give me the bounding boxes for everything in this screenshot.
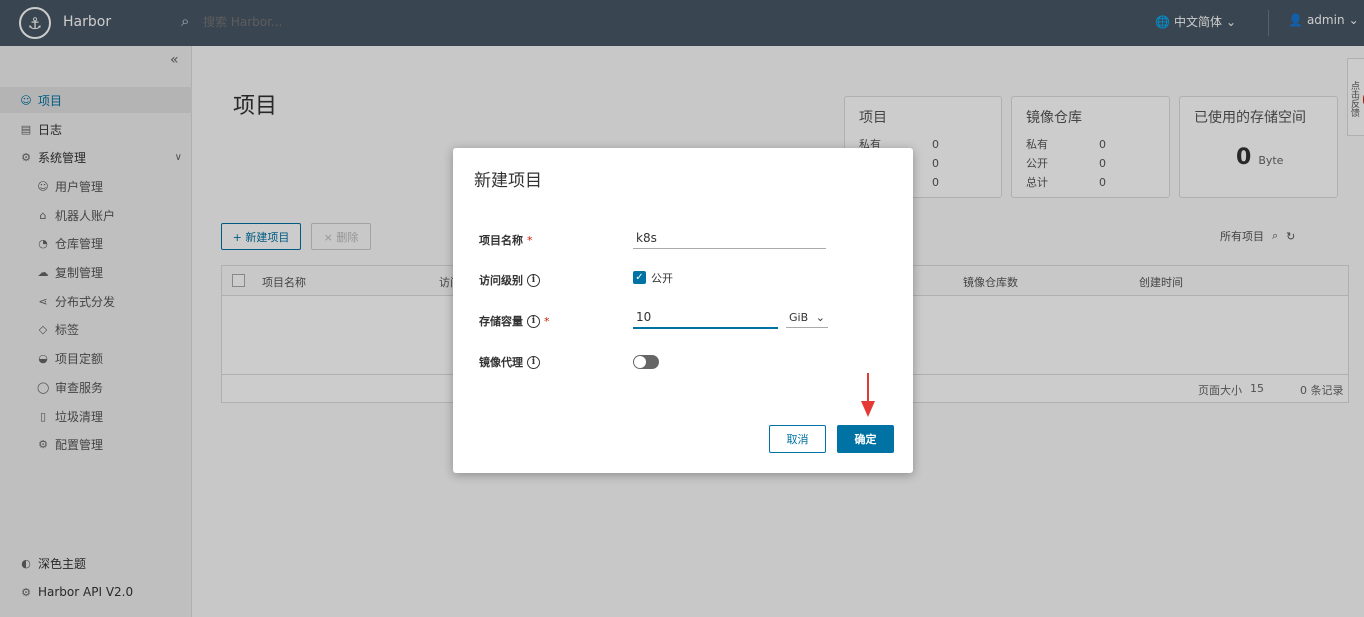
new-project-dialog: 新建项目 项目名称 * 访问级别 i ✓ 公开 存储容量 i * GiB ⌄ 镜像… <box>453 148 913 473</box>
storage-quota-input[interactable] <box>633 307 778 329</box>
access-level-label: 访问级别 i <box>479 272 540 288</box>
storage-unit-select[interactable]: GiB ⌄ <box>786 308 828 328</box>
toggle-knob <box>634 356 646 368</box>
public-checkbox[interactable]: ✓ <box>633 271 646 284</box>
annotation-arrow-icon <box>861 373 875 417</box>
unit-value: GiB <box>789 311 809 324</box>
proxy-cache-toggle[interactable] <box>633 355 659 369</box>
info-icon[interactable]: i <box>527 314 540 328</box>
info-icon[interactable]: i <box>527 273 540 287</box>
required-marker: * <box>527 233 533 247</box>
chevron-down-icon: ⌄ <box>815 311 825 324</box>
label-text: 镜像代理 <box>479 356 523 369</box>
project-name-input[interactable] <box>633 227 826 249</box>
proxy-cache-label: 镜像代理 i <box>479 354 540 370</box>
public-label[interactable]: 公开 <box>651 270 673 286</box>
project-name-label: 项目名称 * <box>479 232 533 248</box>
dialog-title: 新建项目 <box>474 171 542 191</box>
info-icon[interactable]: i <box>527 355 540 369</box>
storage-quota-label: 存储容量 i * <box>479 313 550 329</box>
cancel-button[interactable]: 取消 <box>769 425 826 453</box>
ok-button[interactable]: 确定 <box>837 425 894 453</box>
label-text: 访问级别 <box>479 274 523 287</box>
label-text: 项目名称 <box>479 234 523 247</box>
required-marker: * <box>544 314 550 328</box>
label-text: 存储容量 <box>479 315 523 328</box>
